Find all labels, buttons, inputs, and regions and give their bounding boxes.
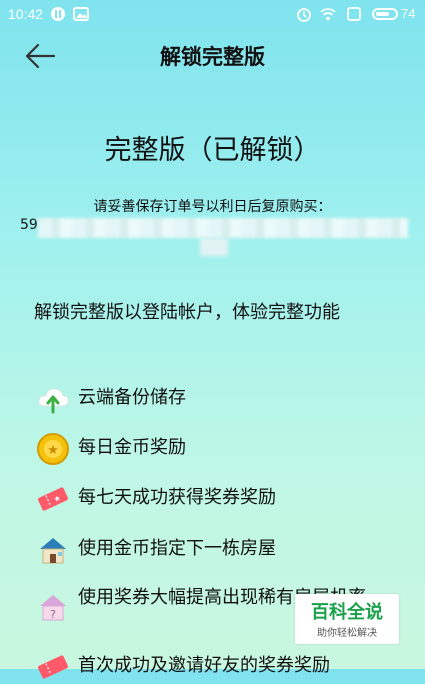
house-icon (40, 538, 66, 564)
wifi-icon (320, 8, 336, 21)
watermark-sub-text: 助你轻松解决 (317, 628, 377, 639)
watermark-main-text: 百科全说 (311, 602, 383, 623)
feature-item: ★ 每七天成功获得奖券奖励 (36, 482, 416, 516)
rare-house-icon: ? (40, 595, 66, 621)
order-number-blur-2 (200, 238, 228, 256)
save-order-hint: 请妥善保存订单号以利日后复原购买： (93, 199, 332, 215)
feature-label: 使用金币指定下一栋房屋 (78, 538, 276, 559)
feature-label: 云端备份储存 (78, 387, 186, 408)
status-time: 10:42 (8, 6, 44, 22)
svg-text:?: ? (50, 608, 56, 621)
app-notification-icon (51, 7, 65, 21)
svg-text:★: ★ (47, 443, 59, 458)
feature-label: 首次成功及邀请好友的奖券奖励 (78, 655, 330, 676)
battery-level (376, 12, 389, 16)
alarm-icon (297, 8, 311, 22)
page-title: 解锁完整版 (160, 45, 265, 69)
ticket-icon: ★ (38, 487, 68, 511)
sim-icon (347, 7, 361, 21)
cloud-upload-icon (38, 388, 69, 414)
feature-label: 每七天成功获得奖券奖励 (78, 487, 276, 508)
feature-item: 使用金币指定下一栋房屋 (36, 533, 416, 567)
unlocked-headline: 完整版（已解锁） (104, 135, 321, 166)
order-number-blur (38, 218, 408, 238)
order-number: 59 (20, 217, 38, 233)
feature-item: ★ 每日金币奖励 (36, 432, 416, 466)
unlock-description: 解锁完整版以登陆帐户，体验完整功能 (34, 302, 340, 323)
title-bar: 解锁完整版 (0, 30, 425, 80)
gallery-notification-icon (73, 7, 89, 21)
feature-item: 云端备份储存 (36, 382, 416, 416)
gold-coin-icon: ★ (37, 433, 69, 465)
ticket-icon (38, 655, 68, 679)
battery-icon (372, 8, 398, 20)
status-bar: 10:42 74 (0, 0, 425, 28)
battery-percentage: 74 (401, 6, 416, 21)
baike-watermark-logo: 百科全说 助你轻松解决 (295, 594, 399, 644)
feature-label: 每日金币奖励 (78, 437, 186, 458)
feature-item: 首次成功及邀请好友的奖券奖励 (36, 650, 416, 684)
